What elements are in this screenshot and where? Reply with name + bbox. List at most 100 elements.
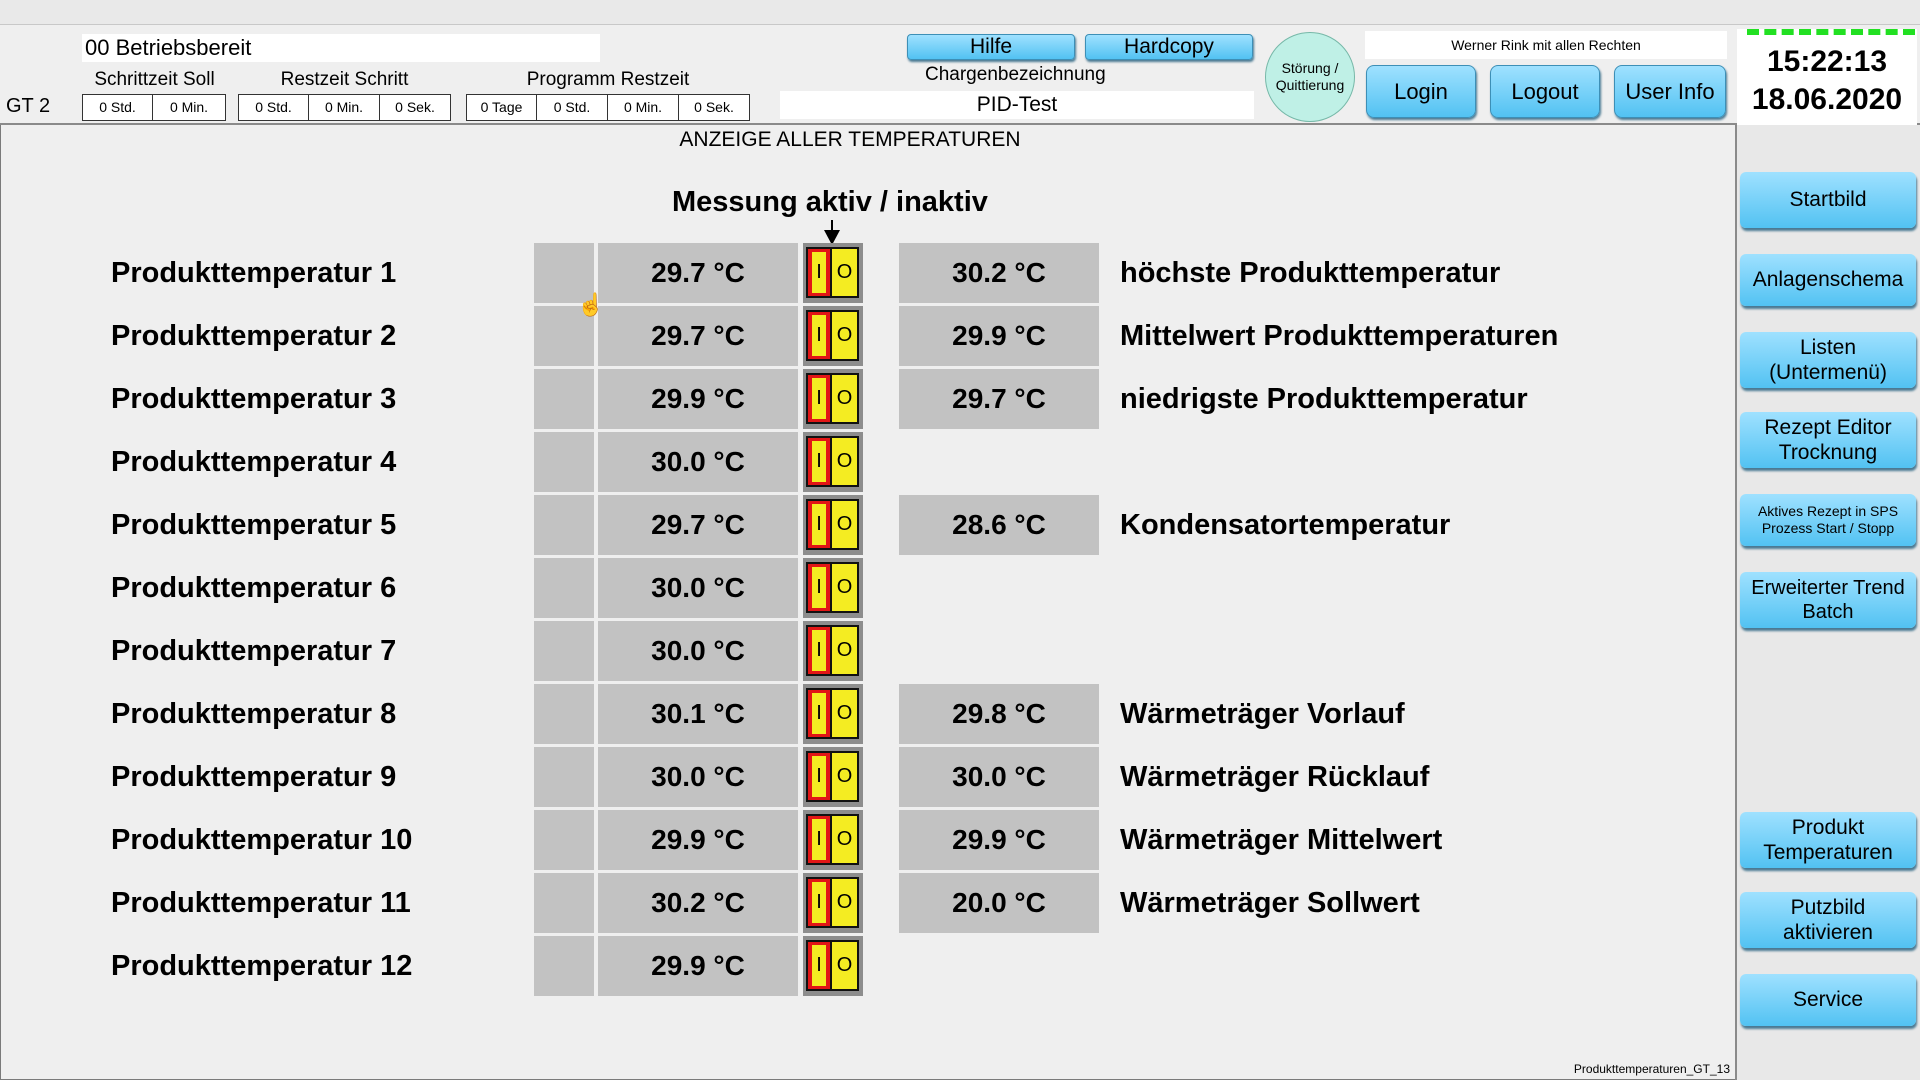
measurement-toggle[interactable]: IO (803, 432, 863, 492)
temperature-row: Produkttemperatur 9 30.0 °C I O 30.0 °C Wärme… (0, 747, 1730, 807)
rezept-editor-button[interactable]: Rezept Editor Trocknung (1740, 412, 1916, 468)
measurement-toggle[interactable]: IO (803, 747, 863, 807)
summary-label: höchste Produkttemperatur (1120, 257, 1501, 289)
product-temp-label: Produkttemperatur 12 (111, 950, 413, 982)
toggle-off-label: O (832, 373, 859, 424)
toggle-on-label: I (812, 252, 826, 293)
toggle-off-label: O (832, 940, 859, 991)
product-temp-extra-cell (534, 873, 594, 933)
measure-active-header: Messung aktiv / inaktiv (672, 186, 988, 218)
product-temp-value: 29.9 °C (598, 936, 798, 996)
toggle-on-label: I (812, 819, 826, 860)
temperature-row: Produkttemperatur 4 30.0 °C I O (0, 432, 1730, 492)
user-info-button[interactable]: User Info (1614, 65, 1726, 118)
summary-label: Wärmeträger Rücklauf (1120, 761, 1430, 793)
unit-label: GT 2 (6, 95, 51, 117)
service-button[interactable]: Service (1740, 974, 1916, 1026)
product-temp-label: Produkttemperatur 5 (111, 509, 397, 541)
product-temp-extra-cell (534, 747, 594, 807)
measurement-toggle[interactable]: IO (803, 936, 863, 996)
measurement-toggle[interactable]: IO (803, 621, 863, 681)
toggle-off-label: O (832, 436, 859, 487)
putzbild-button[interactable]: Putzbild aktivieren (1740, 892, 1916, 948)
programm-restzeit-sek: 0 Sek. (679, 94, 750, 121)
hand-cursor-icon: ☝ (577, 292, 605, 317)
hilfe-button[interactable]: Hilfe (907, 34, 1075, 60)
produkt-temperaturen-button[interactable]: Produkt Temperaturen (1740, 812, 1916, 868)
summary-value: 30.2 °C (899, 243, 1099, 303)
programm-restzeit-tage: 0 Tage (466, 94, 537, 121)
charge-value: PID-Test (780, 91, 1254, 119)
toggle-on-segment: I (806, 373, 832, 424)
toggle-off-label: O (832, 247, 859, 298)
schrittzeit-soll-values: 0 Std. 0 Min. (82, 94, 226, 121)
stoerung-label: Störung / Quittierung (1275, 60, 1345, 93)
logout-button[interactable]: Logout (1490, 65, 1600, 118)
measurement-toggle[interactable]: IO (803, 306, 863, 366)
summary-value: 29.9 °C (899, 810, 1099, 870)
aktives-rezept-button[interactable]: Aktives Rezept in SPS Prozess Start / St… (1740, 494, 1916, 546)
product-temp-label: Produkttemperatur 10 (111, 824, 413, 856)
product-temp-value: 30.2 °C (598, 873, 798, 933)
hardcopy-button[interactable]: Hardcopy (1085, 34, 1253, 60)
measurement-toggle[interactable]: IO (803, 684, 863, 744)
clock-status-line (1747, 29, 1915, 35)
summary-value: 20.0 °C (899, 873, 1099, 933)
anlagenschema-button[interactable]: Anlagenschema (1740, 254, 1916, 306)
toggle-on-label: I (812, 693, 826, 734)
toggle-on-label: I (812, 315, 826, 356)
programm-restzeit-values: 0 Tage 0 Std. 0 Min. 0 Sek. (466, 94, 750, 121)
summary-label: Kondensatortemperatur (1120, 509, 1451, 541)
user-rights-label: Werner Rink mit allen Rechten (1365, 31, 1727, 59)
temperature-row: Produkttemperatur 10 29.9 °C I O 29.9 °C Wärm… (0, 810, 1730, 870)
schrittzeit-soll-label: Schrittzeit Soll (94, 69, 215, 90)
temperature-row: Produkttemperatur 1 29.7 °C I O 30.2 °C höchs… (0, 243, 1730, 303)
summary-label: Wärmeträger Vorlauf (1120, 698, 1405, 730)
toggle-on-segment: I (806, 940, 832, 991)
product-temp-label: Produkttemperatur 9 (111, 761, 397, 793)
product-temp-value: 29.7 °C (598, 306, 798, 366)
summary-value: 29.8 °C (899, 684, 1099, 744)
product-temp-extra-cell (534, 936, 594, 996)
toggle-off-label: O (832, 562, 859, 613)
toggle-on-label: I (812, 441, 826, 482)
product-temp-label: Produkttemperatur 8 (111, 698, 397, 730)
clock-date: 18.06.2020 (1751, 83, 1903, 116)
charge-label: Chargenbezeichnung (925, 64, 1106, 85)
erweiterter-trend-button[interactable]: Erweiterter Trend Batch (1740, 572, 1916, 628)
product-temp-value: 30.0 °C (598, 432, 798, 492)
toggle-on-label: I (812, 882, 826, 923)
product-temp-extra-cell (534, 684, 594, 744)
programm-restzeit-label: Programm Restzeit (526, 69, 690, 90)
toggle-on-segment: I (806, 436, 832, 487)
measurement-toggle[interactable]: IO (803, 873, 863, 933)
measurement-toggle[interactable]: IO (803, 243, 863, 303)
toggle-off-label: O (832, 499, 859, 550)
product-temp-label: Produkttemperatur 11 (111, 887, 411, 919)
listen-button[interactable]: Listen (Untermenü) (1740, 332, 1916, 388)
measurement-toggle[interactable]: IO (803, 810, 863, 870)
toggle-on-segment: I (806, 751, 832, 802)
summary-value: 29.7 °C (899, 369, 1099, 429)
product-temp-label: Produkttemperatur 2 (111, 320, 397, 352)
toggle-on-segment: I (806, 247, 832, 298)
measurement-toggle[interactable]: IO (803, 369, 863, 429)
temperature-row: Produkttemperatur 5 29.7 °C I O 28.6 °C Konde… (0, 495, 1730, 555)
product-temp-value: 29.9 °C (598, 810, 798, 870)
startbild-button[interactable]: Startbild (1740, 172, 1916, 228)
arrow-down-icon (824, 220, 840, 245)
temperature-row: Produkttemperatur 11 30.2 °C I O 20.0 °C Wärm… (0, 873, 1730, 933)
toggle-on-segment: I (806, 625, 832, 676)
temperature-row: Produkttemperatur 3 29.9 °C I O 29.7 °C niedr… (0, 369, 1730, 429)
measurement-toggle[interactable]: IO (803, 495, 863, 555)
measurement-toggle[interactable]: IO (803, 558, 863, 618)
restzeit-schritt-label: Restzeit Schritt (280, 69, 409, 90)
login-button[interactable]: Login (1366, 65, 1476, 118)
clock: 15:22:13 18.06.2020 (1737, 29, 1917, 125)
page-title: ANZEIGE ALLER TEMPERATUREN (679, 128, 1021, 151)
toggle-on-label: I (812, 945, 826, 986)
stoerung-quittierung-button[interactable]: Störung / Quittierung (1265, 32, 1355, 122)
toggle-on-label: I (812, 504, 826, 545)
restzeit-schritt-values: 0 Std. 0 Min. 0 Sek. (238, 94, 451, 121)
toggle-off-label: O (832, 751, 859, 802)
